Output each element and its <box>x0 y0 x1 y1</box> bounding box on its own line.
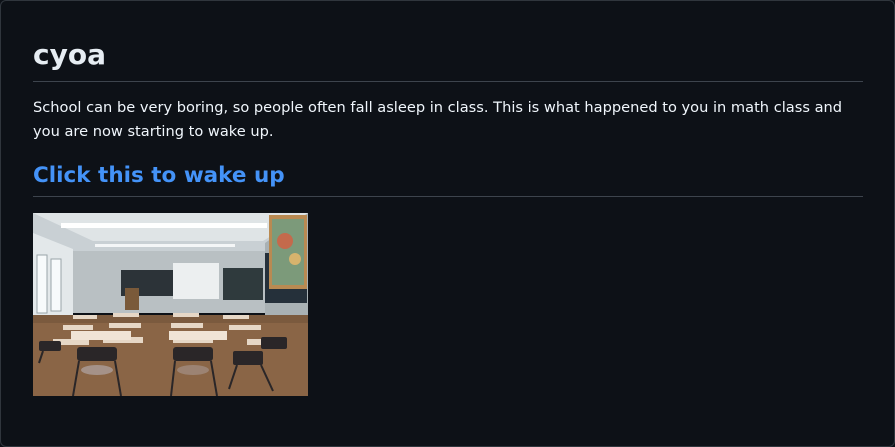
readme-content: cyoa School can be very boring, so peopl… <box>33 35 863 396</box>
classroom-image[interactable] <box>33 213 308 396</box>
wake-up-link[interactable]: Click this to wake up <box>33 163 285 188</box>
readme-frame: cyoa School can be very boring, so peopl… <box>0 0 895 447</box>
intro-paragraph: School can be very boring, so people oft… <box>33 99 843 140</box>
page-title: cyoa <box>33 35 863 82</box>
wake-up-heading: Click this to wake up <box>33 158 863 197</box>
